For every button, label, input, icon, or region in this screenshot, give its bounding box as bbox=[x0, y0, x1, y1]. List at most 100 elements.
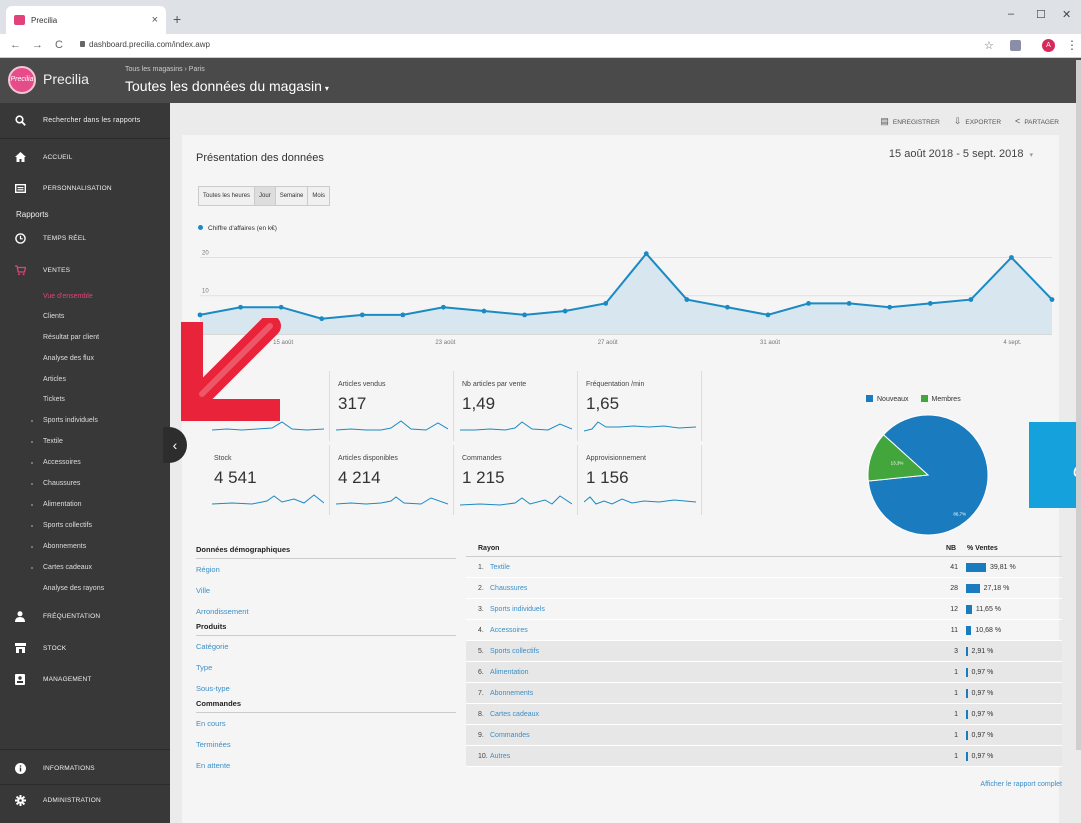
data-point[interactable] bbox=[1009, 255, 1014, 260]
data-point[interactable] bbox=[359, 312, 365, 318]
data-point[interactable] bbox=[238, 304, 243, 310]
profile-avatar[interactable]: A bbox=[1042, 39, 1055, 52]
sidebar-subitem-analyse-rayons[interactable]: Analyse des rayons bbox=[43, 585, 104, 592]
new-tab-icon[interactable]: + bbox=[173, 11, 181, 27]
link-arrondissement[interactable]: Arrondissement bbox=[196, 601, 456, 622]
sidebar-subitem-clients[interactable]: Clients bbox=[43, 313, 64, 320]
row-rayon-link[interactable]: Cartes cadeaux bbox=[490, 711, 539, 718]
data-point[interactable] bbox=[846, 300, 852, 306]
data-point[interactable] bbox=[1049, 297, 1055, 302]
full-report-link[interactable]: Afficher le rapport complet bbox=[980, 781, 1062, 788]
maximize-icon[interactable]: ☐ bbox=[1036, 8, 1046, 21]
sidebar-subitem-resultat-client[interactable]: Résultat par client bbox=[43, 334, 99, 341]
sidebar-subitem-sports-collectifs[interactable]: Sports collectifs bbox=[31, 522, 92, 529]
sidebar-item-stock[interactable]: STOCK bbox=[0, 633, 170, 663]
url-field[interactable]: dashboard.precilia.com/index.awp bbox=[80, 40, 210, 49]
link-type[interactable]: Type bbox=[196, 657, 456, 678]
data-point[interactable] bbox=[522, 312, 527, 318]
browser-tab[interactable]: Precilia × bbox=[6, 6, 166, 34]
data-point[interactable] bbox=[806, 300, 811, 306]
table-row[interactable]: 7. Abonnements 1 0,97 % bbox=[466, 683, 1062, 704]
page-scrollbar[interactable] bbox=[1076, 60, 1081, 750]
data-point[interactable] bbox=[927, 300, 933, 306]
sidebar-subitem-articles[interactable]: Articles bbox=[43, 376, 66, 383]
row-rayon-link[interactable]: Abonnements bbox=[490, 690, 533, 697]
row-rayon-link[interactable]: Chaussures bbox=[490, 585, 527, 592]
row-rayon-link[interactable]: Alimentation bbox=[490, 669, 529, 676]
forward-icon[interactable]: → bbox=[32, 39, 43, 51]
minimize-icon[interactable]: – bbox=[1008, 8, 1014, 20]
sidebar-subitem-alimentation[interactable]: Alimentation bbox=[31, 501, 82, 508]
extension-icon[interactable] bbox=[1010, 40, 1021, 51]
sidebar-subitem-cartes-cadeaux[interactable]: Cartes cadeaux bbox=[31, 564, 92, 571]
export-button[interactable]: ⇩ EXPORTER bbox=[954, 116, 1001, 127]
sidebar-item-personnalisation[interactable]: PERSONNALISATION bbox=[0, 173, 170, 203]
table-row[interactable]: 3. Sports individuels 12 11,65 % bbox=[466, 599, 1062, 620]
data-point[interactable] bbox=[968, 297, 974, 302]
data-point[interactable] bbox=[197, 312, 203, 318]
data-point[interactable] bbox=[684, 297, 690, 302]
link-en-attente[interactable]: En attente bbox=[196, 755, 456, 776]
save-button[interactable]: ▤ ENREGISTRER bbox=[880, 116, 939, 127]
data-point[interactable] bbox=[319, 316, 325, 322]
sidebar-search[interactable]: Rechercher dans les rapports bbox=[0, 105, 170, 135]
row-rayon-link[interactable]: Autres bbox=[490, 753, 510, 760]
data-point[interactable] bbox=[603, 300, 609, 306]
sidebar-subitem-textile[interactable]: Textile bbox=[31, 438, 63, 445]
back-icon[interactable]: ← bbox=[10, 39, 21, 51]
share-button[interactable]: < PARTAGER bbox=[1015, 116, 1059, 127]
sidebar-subitem-abonnements[interactable]: Abonnements bbox=[31, 543, 86, 550]
segment-day[interactable]: Jour bbox=[255, 187, 276, 205]
segment-week[interactable]: Semaine bbox=[276, 187, 309, 205]
sidebar-item-ventes[interactable]: VENTES bbox=[0, 255, 170, 285]
link-region[interactable]: Région bbox=[196, 559, 456, 580]
breadcrumb[interactable]: Tous les magasins › Paris bbox=[125, 66, 205, 73]
sidebar-item-frequentation[interactable]: FRÉQUENTATION bbox=[0, 601, 170, 631]
segment-hours[interactable]: Toutes les heures bbox=[199, 187, 256, 205]
table-row[interactable]: 2. Chaussures 28 27,18 % bbox=[466, 578, 1062, 599]
sidebar-subitem-chaussures[interactable]: Chaussures bbox=[31, 480, 80, 487]
row-rayon-link[interactable]: Commandes bbox=[490, 732, 530, 739]
row-rayon-link[interactable]: Sports individuels bbox=[490, 606, 545, 613]
data-point[interactable] bbox=[400, 312, 406, 318]
table-row[interactable]: 9. Commandes 1 0,97 % bbox=[466, 725, 1062, 746]
table-row[interactable]: 5. Sports collectifs 3 2,91 % bbox=[466, 641, 1062, 662]
reload-icon[interactable]: C bbox=[55, 39, 63, 51]
segment-month[interactable]: Mois bbox=[308, 187, 329, 205]
data-point[interactable] bbox=[562, 308, 568, 314]
store-selector[interactable]: Toutes les données du magasin ▾ bbox=[125, 78, 329, 94]
data-point[interactable] bbox=[643, 251, 649, 257]
sidebar-subitem-tickets[interactable]: Tickets bbox=[43, 396, 65, 403]
bookmark-star-icon[interactable]: ☆ bbox=[984, 39, 994, 52]
tab-close-icon[interactable]: × bbox=[152, 14, 158, 26]
sidebar-subitem-accessoires[interactable]: Accessoires bbox=[31, 459, 81, 466]
data-point[interactable] bbox=[765, 312, 771, 318]
row-rayon-link[interactable]: Sports collectifs bbox=[490, 648, 539, 655]
link-categorie[interactable]: Catégorie bbox=[196, 636, 456, 657]
data-point[interactable] bbox=[725, 304, 730, 310]
sidebar-subitem-vue-ensemble[interactable]: Vue d'ensemble bbox=[43, 293, 93, 300]
sidebar-subitem-sports-individuels[interactable]: Sports individuels bbox=[31, 417, 98, 424]
link-en-cours[interactable]: En cours bbox=[196, 713, 456, 734]
link-terminees[interactable]: Terminées bbox=[196, 734, 456, 755]
table-row[interactable]: 8. Cartes cadeaux 1 0,97 % bbox=[466, 704, 1062, 725]
data-point[interactable] bbox=[887, 304, 893, 310]
row-rayon-link[interactable]: Textile bbox=[490, 564, 510, 571]
window-close-icon[interactable]: ✕ bbox=[1062, 8, 1071, 21]
sidebar-item-temps-reel[interactable]: TEMPS RÉEL bbox=[0, 223, 170, 253]
sidebar-subitem-analyse-flux[interactable]: Analyse des flux bbox=[43, 355, 94, 362]
data-point[interactable] bbox=[441, 304, 446, 310]
row-rayon-link[interactable]: Accessoires bbox=[490, 627, 528, 634]
table-row[interactable]: 10. Autres 1 0,97 % bbox=[466, 746, 1062, 767]
sidebar-item-accueil[interactable]: ACCUEIL bbox=[0, 142, 170, 172]
date-range-picker[interactable]: 15 août 2018 - 5 sept. 2018 ▾ bbox=[889, 148, 1033, 160]
data-point[interactable] bbox=[278, 304, 284, 310]
precilia-logo[interactable]: Precilia bbox=[8, 66, 36, 94]
data-point[interactable] bbox=[481, 308, 487, 314]
browser-menu-icon[interactable]: ⋮ bbox=[1066, 38, 1078, 52]
link-ville[interactable]: Ville bbox=[196, 580, 456, 601]
sidebar-item-informations[interactable]: INFORMATIONS bbox=[0, 753, 170, 783]
table-row[interactable]: 1. Textile 41 39,81 % bbox=[466, 557, 1062, 578]
sidebar-item-management[interactable]: MANAGEMENT bbox=[0, 664, 170, 694]
sidebar-item-administration[interactable]: ADMINISTRATION bbox=[0, 785, 170, 815]
